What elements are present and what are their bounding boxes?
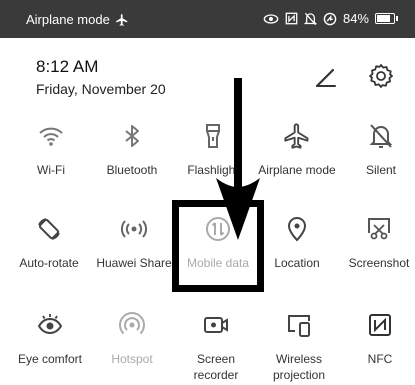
screen-recorder-icon xyxy=(204,317,228,333)
toggle-label: NFC xyxy=(367,352,393,366)
silent-icon xyxy=(369,124,393,148)
gear-icon[interactable] xyxy=(367,62,395,90)
toggle-label: Bluetooth xyxy=(106,163,158,177)
toggle-airplane-mode[interactable]: Airplane mode xyxy=(256,122,338,178)
toggle-auto-rotate[interactable]: Auto-rotate xyxy=(8,215,90,271)
location-icon xyxy=(287,217,307,242)
toggle-huawei-share[interactable]: Huawei Share xyxy=(93,215,175,271)
hotspot-icon xyxy=(119,312,145,335)
toggle-screenshot[interactable]: Screenshot xyxy=(338,215,415,271)
toggle-label: Wi-Fi xyxy=(37,163,65,177)
quick-settings-panel: 8:12 AM Friday, November 20 Wi-Fi Blueto… xyxy=(0,38,415,385)
battery-percent: 84% xyxy=(342,11,369,26)
eye-icon xyxy=(37,314,63,335)
toggle-location[interactable]: Location xyxy=(256,215,338,271)
toggle-eye-comfort[interactable]: Eye comfort xyxy=(9,311,91,367)
down-arrow-annotation xyxy=(216,78,260,240)
nfc-icon xyxy=(285,12,298,25)
toggle-label: Airplane mode xyxy=(258,163,336,177)
toggle-label: Screen recorder xyxy=(193,352,239,382)
toggle-bluetooth[interactable]: Bluetooth xyxy=(91,122,173,178)
airplane-mode-status: Airplane mode xyxy=(26,12,110,27)
toggle-label: Hotspot xyxy=(111,352,153,366)
edit-icon[interactable] xyxy=(313,64,339,90)
toggle-label: Auto-rotate xyxy=(19,256,79,270)
toggle-label: Eye comfort xyxy=(17,352,83,366)
airplane-icon xyxy=(284,123,309,149)
toggle-label: Silent xyxy=(365,163,397,177)
toggle-silent[interactable]: Silent xyxy=(340,122,415,178)
toggle-label: Wireless projection xyxy=(272,352,326,382)
nfc-icon xyxy=(369,314,391,336)
toggle-screen-recorder[interactable]: Screen recorder xyxy=(175,311,257,383)
silent-icon xyxy=(303,12,317,25)
toggle-label: Huawei Share xyxy=(96,256,172,270)
status-right: 84% xyxy=(263,11,398,26)
screenshot-icon xyxy=(368,218,390,240)
clock-time: 8:12 AM xyxy=(36,57,99,76)
toggle-label: Location xyxy=(274,256,320,270)
projection-icon xyxy=(288,315,310,337)
rotate-icon xyxy=(38,218,60,240)
clock-date: Friday, November 20 xyxy=(36,81,166,97)
airplane-icon xyxy=(115,13,128,26)
toggle-nfc[interactable]: NFC xyxy=(339,311,415,367)
charging-icon xyxy=(323,12,337,25)
status-bar: Airplane mode 84% xyxy=(0,0,415,38)
toggle-wireless-projection[interactable]: Wireless projection xyxy=(258,311,340,383)
toggle-label: Screenshot xyxy=(348,256,410,270)
bluetooth-icon xyxy=(125,125,139,147)
eye-comfort-icon xyxy=(263,13,279,24)
share-icon xyxy=(121,220,147,238)
battery-level xyxy=(377,15,390,22)
toggle-wifi[interactable]: Wi-Fi xyxy=(10,122,92,178)
status-left: Airplane mode xyxy=(26,12,130,27)
toggle-hotspot[interactable]: Hotspot xyxy=(91,311,173,367)
battery-icon xyxy=(375,13,398,24)
wifi-icon xyxy=(39,127,63,146)
